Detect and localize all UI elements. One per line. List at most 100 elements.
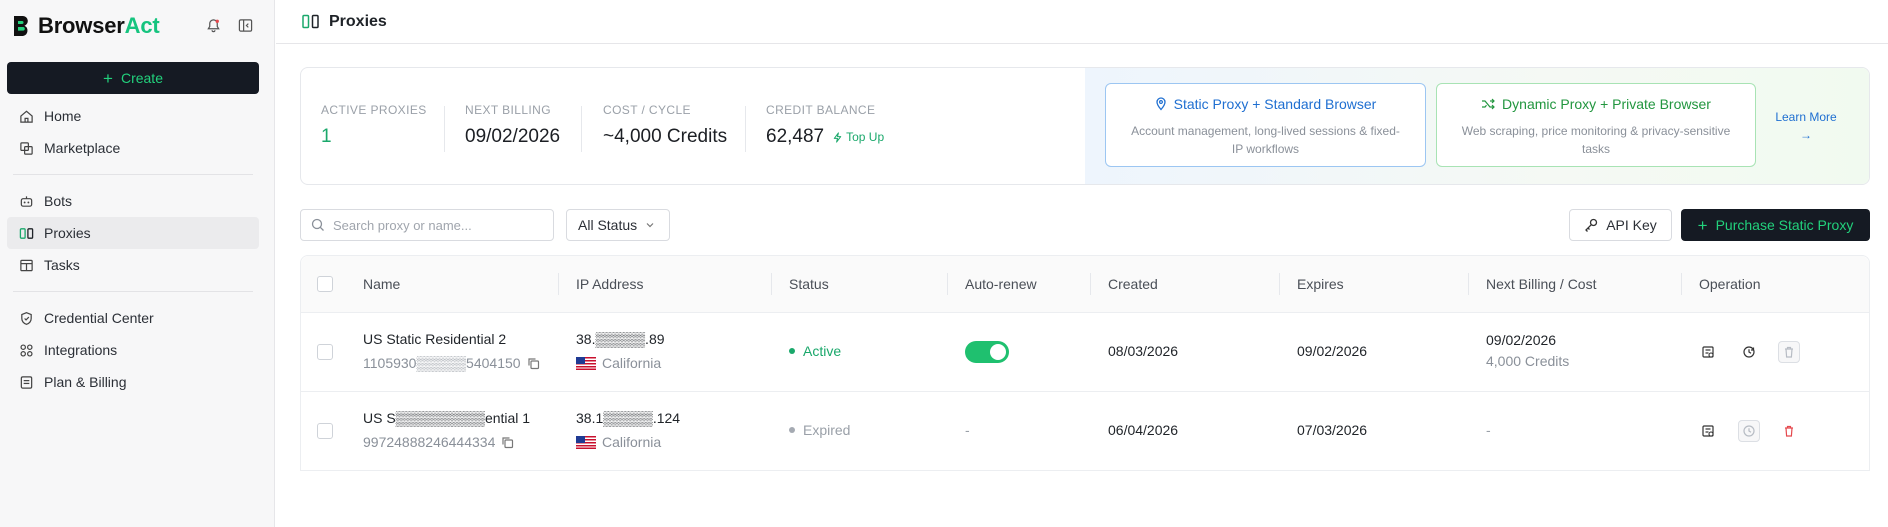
sidebar-item-marketplace[interactable]: Marketplace xyxy=(7,132,259,164)
api-key-label: API Key xyxy=(1606,217,1657,233)
proxy-icon xyxy=(302,14,319,29)
sidebar-item-proxies[interactable]: Proxies xyxy=(7,217,259,249)
next-billing-empty: - xyxy=(1486,422,1491,438)
marketplace-icon xyxy=(20,141,33,155)
status-label: Expired xyxy=(803,422,851,438)
status-dot xyxy=(789,348,795,354)
stat-label: ACTIVE PROXIES xyxy=(321,103,427,117)
column-header-auto-renew[interactable]: Auto-renew xyxy=(965,276,1037,292)
details-icon[interactable] xyxy=(1697,420,1719,442)
sidebar-item-credential-center[interactable]: Credential Center xyxy=(7,302,259,334)
column-divider xyxy=(947,273,948,295)
notification-bell-icon[interactable] xyxy=(204,16,222,34)
column-header-name[interactable]: Name xyxy=(363,276,400,292)
learn-more-label: Learn More xyxy=(1775,110,1837,124)
column-header-next-billing[interactable]: Next Billing / Cost xyxy=(1486,276,1596,292)
stat-value: 62,487 xyxy=(766,126,825,147)
billing-icon xyxy=(20,375,33,389)
status-badge: Active xyxy=(789,343,841,359)
table-header: Name IP Address Status Auto-renew Create… xyxy=(301,256,1869,313)
sidebar-item-label: Proxies xyxy=(44,225,91,241)
sidebar-item-home[interactable]: Home xyxy=(7,100,259,132)
renew-clock-icon[interactable] xyxy=(1738,420,1760,442)
stat-label: COST / CYCLE xyxy=(603,103,691,117)
promo-description: Web scraping, price monitoring & privacy… xyxy=(1461,124,1731,156)
sidebar-item-label: Integrations xyxy=(44,342,118,358)
chevron-down-icon xyxy=(646,223,654,228)
promo-area: Static Proxy + Standard Browser Account … xyxy=(1085,68,1869,184)
search-input[interactable] xyxy=(333,217,533,233)
search-icon xyxy=(311,218,324,231)
stats-card: ACTIVE PROXIES 1 NEXT BILLING 09/02/2026… xyxy=(300,67,1870,185)
api-key-button[interactable]: API Key xyxy=(1569,209,1672,241)
sidebar-item-label: Plan & Billing xyxy=(44,374,127,390)
promo-description: Account management, long-lived sessions … xyxy=(1131,124,1400,156)
brand-name-accent: Act xyxy=(124,13,160,38)
shuffle-icon xyxy=(1482,98,1495,110)
status-filter-select[interactable]: All Status xyxy=(566,209,670,241)
status-filter-value: All Status xyxy=(578,217,638,233)
create-button-label: Create xyxy=(120,70,163,86)
proxy-name: US S▒▒▒▒▒▒▒▒▒ential 1 xyxy=(363,410,531,426)
location-pin-icon xyxy=(1155,97,1166,111)
sidebar-item-label: Credential Center xyxy=(44,310,154,326)
column-divider xyxy=(1279,273,1280,295)
proxy-name: US Static Residential 2 xyxy=(363,331,507,347)
key-icon xyxy=(1585,218,1598,232)
copy-icon[interactable] xyxy=(527,357,540,370)
sidebar-item-bots[interactable]: Bots xyxy=(7,185,259,217)
static-proxy-promo-card[interactable]: Static Proxy + Standard Browser Account … xyxy=(1105,83,1426,167)
billing-cost: 4,000 Credits xyxy=(1486,353,1570,369)
create-button[interactable]: + Create xyxy=(7,62,259,94)
renew-clock-icon[interactable] xyxy=(1738,341,1760,363)
created-date: 08/03/2026 xyxy=(1108,343,1179,359)
auto-renew-toggle[interactable] xyxy=(965,341,1009,363)
proxy-id: 99724888246444334 xyxy=(363,434,496,450)
column-header-expires[interactable]: Expires xyxy=(1297,276,1344,292)
copy-icon[interactable] xyxy=(501,436,514,449)
collapse-sidebar-icon[interactable] xyxy=(236,16,254,34)
sidebar-item-plan-billing[interactable]: Plan & Billing xyxy=(7,366,259,398)
proxies-table: Name IP Address Status Auto-renew Create… xyxy=(300,255,1870,471)
delete-icon[interactable] xyxy=(1778,420,1800,442)
top-up-label: Top Up xyxy=(846,130,885,144)
sidebar-item-tasks[interactable]: Tasks xyxy=(7,249,259,281)
brand-logo[interactable]: BrowserAct xyxy=(12,12,160,40)
auto-renew-empty: - xyxy=(965,422,970,438)
purchase-static-proxy-button[interactable]: + Purchase Static Proxy xyxy=(1681,209,1870,241)
dynamic-proxy-promo-card[interactable]: Dynamic Proxy + Private Browser Web scra… xyxy=(1436,83,1756,167)
column-header-status[interactable]: Status xyxy=(789,276,829,292)
home-icon xyxy=(20,110,33,123)
stat-divider xyxy=(745,106,746,152)
top-up-link[interactable]: Top Up xyxy=(832,130,884,144)
stat-value: ~4,000 Credits xyxy=(603,126,728,147)
delete-icon[interactable] xyxy=(1778,341,1800,363)
shield-icon xyxy=(21,311,32,325)
table-row[interactable]: US Static Residential 2 1105930▒▒▒▒▒5404… xyxy=(301,313,1869,392)
row-checkbox[interactable] xyxy=(317,423,333,439)
sidebar-item-label: Tasks xyxy=(44,257,80,273)
column-header-operation: Operation xyxy=(1699,276,1761,292)
lightning-icon xyxy=(833,131,842,143)
column-header-created[interactable]: Created xyxy=(1108,276,1158,292)
plus-icon: + xyxy=(1697,215,1708,235)
arrow-right-icon: → xyxy=(1800,128,1812,142)
column-header-ip[interactable]: IP Address xyxy=(576,276,643,292)
stat-divider xyxy=(444,106,445,152)
ip-location: California xyxy=(602,355,662,371)
learn-more-link[interactable]: Learn More → xyxy=(1771,108,1841,144)
details-icon[interactable] xyxy=(1697,341,1719,363)
row-checkbox[interactable] xyxy=(317,344,333,360)
sidebar-divider xyxy=(13,174,253,175)
us-flag-icon xyxy=(576,435,596,449)
status-badge: Expired xyxy=(789,422,850,438)
select-all-checkbox[interactable] xyxy=(317,276,333,292)
column-divider xyxy=(771,273,772,295)
status-label: Active xyxy=(803,343,842,359)
search-box[interactable] xyxy=(300,209,554,241)
stat-cost-cycle: COST / CYCLE ~4,000 Credits xyxy=(603,103,727,148)
table-row[interactable]: US S▒▒▒▒▒▒▒▒▒ential 1 99724888246444334 … xyxy=(301,392,1869,471)
column-divider xyxy=(558,273,559,295)
promo-title: Dynamic Proxy + Private Browser xyxy=(1502,96,1711,112)
sidebar-item-integrations[interactable]: Integrations xyxy=(7,334,259,366)
